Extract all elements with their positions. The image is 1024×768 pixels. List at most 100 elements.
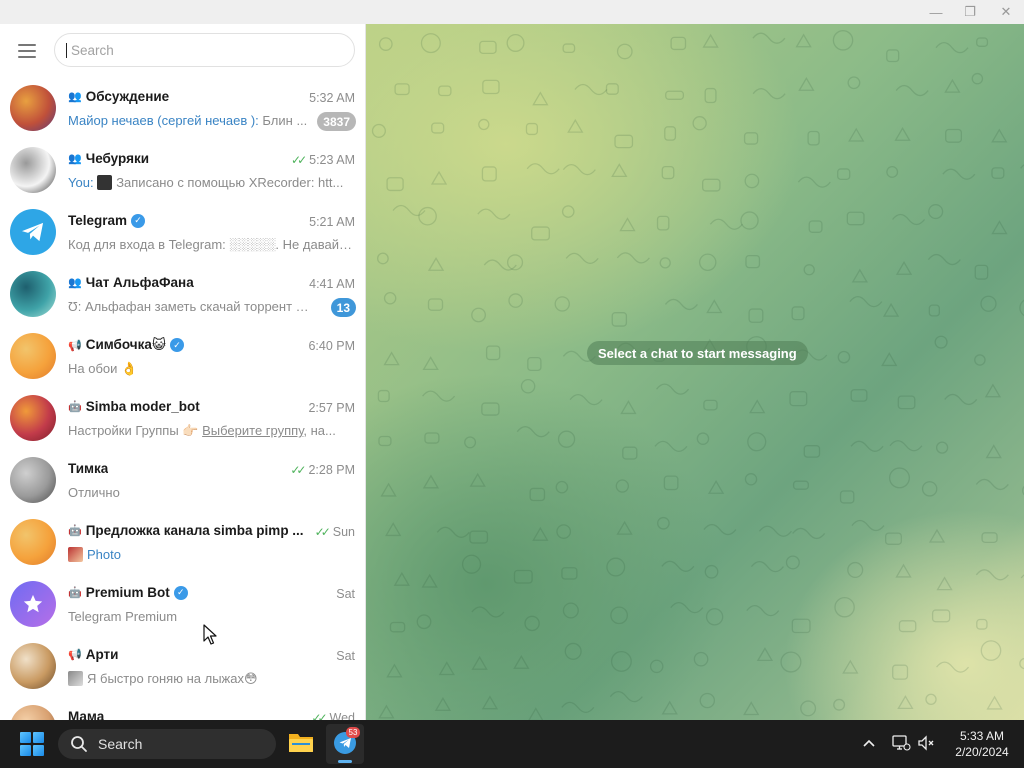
wallpaper-pattern [371,30,1024,720]
chat-preview: Отлично [68,485,354,500]
chevron-up-icon[interactable] [860,734,878,752]
preview-text: Я быстро гоняю на лыжах😳 [87,671,258,686]
search-input[interactable] [55,34,354,66]
bot-icon: 🤖 [68,587,82,599]
clock-time: 5:33 AM [959,729,1005,743]
chat-name: Telegram ✓ [68,213,146,228]
telegram-logo-icon [22,222,44,242]
chat-preview: Telegram Premium [68,609,354,624]
chat-row[interactable]: 🤖 Premium Bot ✓ Sat Telegram Premium [0,572,365,634]
search-icon [71,736,87,752]
preview-text: Telegram Premium [68,609,178,624]
hamburger-icon-line [18,56,36,58]
chat-name-text: Чебуряки [85,151,150,166]
chat-avatar [10,643,56,689]
chat-row[interactable]: 📢 Симбочка😺 ✓ 6:40 PM На обои 👌 [0,324,365,386]
read-check-icon: ✓✓ [290,463,306,477]
chat-time: 2:57 PM [308,401,355,415]
chat-name-text: Тимка [68,461,109,476]
chat-preview: На обои 👌 [68,361,354,377]
chat-time: 6:40 PM [308,339,355,353]
chat-name-text: Мама [68,709,105,720]
desktop: — ❐ ✕ 👥Обсуждение5:32 AMМайор нечаев (се… [0,0,1024,768]
chat-name-text: Чат АльфаФана [85,275,194,290]
file-explorer-icon[interactable] [288,730,314,754]
preview-text: На обои 👌 [68,361,138,376]
chat-row[interactable]: 👥 Чебуряки ✓✓ 5:23 AM You: Записано с помощь… [0,138,365,200]
star-icon [23,594,43,613]
chat-avatar [10,705,56,720]
group-icon: 👥 [68,153,82,165]
taskbar-clock[interactable]: 5:33 AM 2/20/2024 [940,728,1024,760]
chat-name: 👥 Чебуряки [68,151,149,166]
channel-icon: 📢 [68,649,82,661]
chat-sidebar: 👥Обсуждение5:32 AMМайор нечаев (сергей н… [0,24,366,720]
volume-muted-icon[interactable] [916,733,936,753]
clock-date: 2/20/2024 [955,745,1009,759]
chat-name-text: Симбочка😺 [85,337,166,352]
chat-avatar [10,85,56,131]
chat-time: ✓✓ 5:23 AM [291,153,355,167]
chat-avatar [10,147,56,193]
hamburger-menu-button[interactable] [14,40,40,62]
chat-row[interactable]: 🤖 Simba moder_bot 2:57 PM Настройки Группы … [0,386,365,448]
preview-link[interactable]: Выберите группу [202,423,303,438]
chat-view-empty: Select a chat to start messaging [366,24,1024,720]
chat-time-text: Sat [336,587,355,601]
chat-avatar [10,333,56,379]
chat-time-text: 6:40 PM [308,339,355,353]
chat-preview: Майор нечаев (сергей нечаев ): Блин ... [68,113,310,128]
preview-text: Настройки Группы 👉🏻 [68,423,199,438]
chat-time: Sat [336,649,355,663]
bot-icon: 🤖 [68,525,82,537]
chat-time: ✓✓ Sun [315,525,355,539]
channel-icon: 📢 [68,339,82,352]
chat-row[interactable]: Тимка ✓✓ 2:28 PM Отлично [0,448,365,510]
chat-name: Тимка [68,461,108,476]
chat-name: 📢 Симбочка😺 ✓ [68,337,184,353]
chat-preview: Настройки Группы 👉🏻 Выберите группу, на.… [68,423,354,439]
chat-name: 🤖 Simba moder_bot [68,399,200,414]
verified-badge-icon: ✓ [170,338,184,352]
taskbar-search-box[interactable]: Search [58,729,276,759]
search-field[interactable] [54,33,355,67]
chat-time-text: Sun [332,525,355,539]
chat-row[interactable]: 🤖 Предложка канала simba pimp ... ✓✓ Sun Pho… [0,510,365,572]
chat-row[interactable]: Мама ✓✓ Wed [0,696,365,720]
chat-name: Мама [68,709,104,720]
chat-row[interactable]: 👥 Обсуждение 5:32 AM Майор нечаев (сергей н… [0,76,365,138]
active-app-indicator [338,760,352,763]
chat-time-text: 5:23 AM [309,153,355,167]
close-button[interactable]: ✕ [988,0,1024,24]
text-caret [66,43,67,58]
minimize-button[interactable]: — [918,0,954,24]
chat-avatar [10,519,56,565]
chat-time: 5:21 AM [309,215,355,229]
preview-sender: Майор нечаев (сергей нечаев ): [68,113,259,128]
chat-avatar [10,457,56,503]
media-thumbnail [97,175,113,190]
chat-avatar [10,209,56,255]
chat-row[interactable]: 📢 Арти Sat Я быстро гоняю на лыжах😳 [0,634,365,696]
chat-row[interactable]: 👥 Чат АльфаФана 4:41 AM Ʊ: Альфафан заметь … [0,262,365,324]
taskbar-telegram-button[interactable]: 53 [326,724,364,764]
windows-taskbar: Search 53 5:33 AM 2/20/2024 [0,720,1024,768]
chat-preview: Я быстро гоняю на лыжах😳 [68,671,354,687]
chat-time-text: 2:57 PM [308,401,355,415]
verified-badge-icon: ✓ [173,585,188,600]
maximize-button[interactable]: ❐ [952,0,988,24]
windows-start-icon[interactable] [20,732,44,756]
preview-tail: , на... [303,423,336,438]
chat-time: Sat [336,587,355,601]
group-icon: 👥 [68,91,82,103]
chat-name-text: Обсуждение [85,89,170,104]
read-check-icon: ✓✓ [311,711,327,720]
chat-time: ✓✓ Wed [311,711,355,720]
chat-time-text: 4:41 AM [309,277,355,291]
window-title-bar: — ❐ ✕ [0,0,1024,24]
chat-name: 🤖 Premium Bot ✓ [68,585,188,600]
chat-time-text: 5:32 AM [309,91,355,105]
chat-row[interactable]: Telegram ✓ 5:21 AM Код для входа в Telegram… [0,200,365,262]
media-thumbnail [68,671,83,686]
network-icon[interactable] [891,733,911,753]
